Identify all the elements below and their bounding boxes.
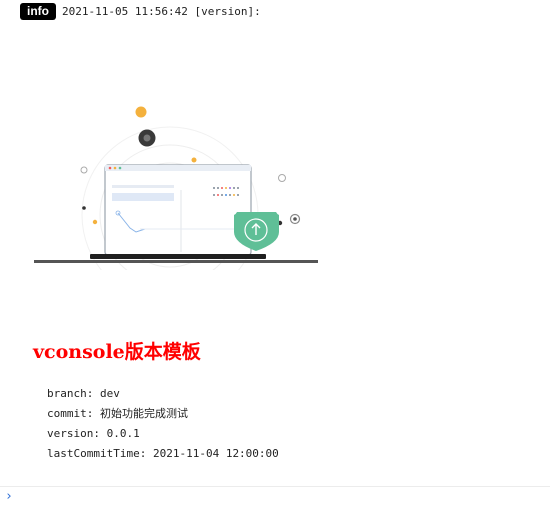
log-timestamp: 2021-11-05 11:56:42 [62,4,188,18]
info-row-version: version: 0.0.1 [47,424,279,444]
dark-orb-core [143,134,151,142]
window-dot-green [118,166,122,170]
info-value: 0.0.1 [106,427,140,440]
laptop-base [90,254,266,259]
info-row-last-commit-time: lastCommitTime: 2021-11-04 12:00:00 [47,444,279,464]
page-title: vconsole版本模板 [33,341,201,363]
console-input-bar: › [0,486,550,514]
ring-dot-left [80,166,88,174]
info-row-commit: commit: 初始功能完成测试 [47,404,279,424]
chevron-right-icon: › [5,489,13,504]
window-dot-yellow [113,166,117,170]
small-orange-dot [191,157,197,163]
laptop-illustration-svg [34,106,318,304]
info-value: dev [99,387,120,400]
dark-dot-left [82,206,86,210]
window-dot-red [108,166,112,170]
ring-dot-right [278,174,286,182]
screen-bar-1 [112,185,174,188]
version-info-list: branch: dev commit: 初始功能完成测试 version: 0.… [47,384,279,464]
log-level-badge: info [20,2,56,20]
log-tag: [version]: [194,4,261,18]
ring-dot-far-right-core [293,217,297,221]
info-key: branch: [47,387,94,400]
info-value: 2021-11-04 12:00:00 [152,447,279,460]
info-key: version: [47,427,100,440]
info-row-branch: branch: dev [47,384,279,404]
info-key: lastCommitTime: [47,447,147,460]
info-key: commit: [47,407,94,420]
laptop-illustration [30,100,322,304]
screen-titlebar [105,165,251,171]
orange-dot-left [92,219,98,225]
table-line [34,260,318,263]
orange-dot-icon [135,106,147,118]
info-value: 初始功能完成测试 [99,407,188,420]
log-entry: info 2021-11-05 11:56:42 [version]: [20,2,261,20]
screen-bar-2 [112,193,174,201]
console-input[interactable] [18,489,546,511]
laptop-screen [104,164,252,256]
